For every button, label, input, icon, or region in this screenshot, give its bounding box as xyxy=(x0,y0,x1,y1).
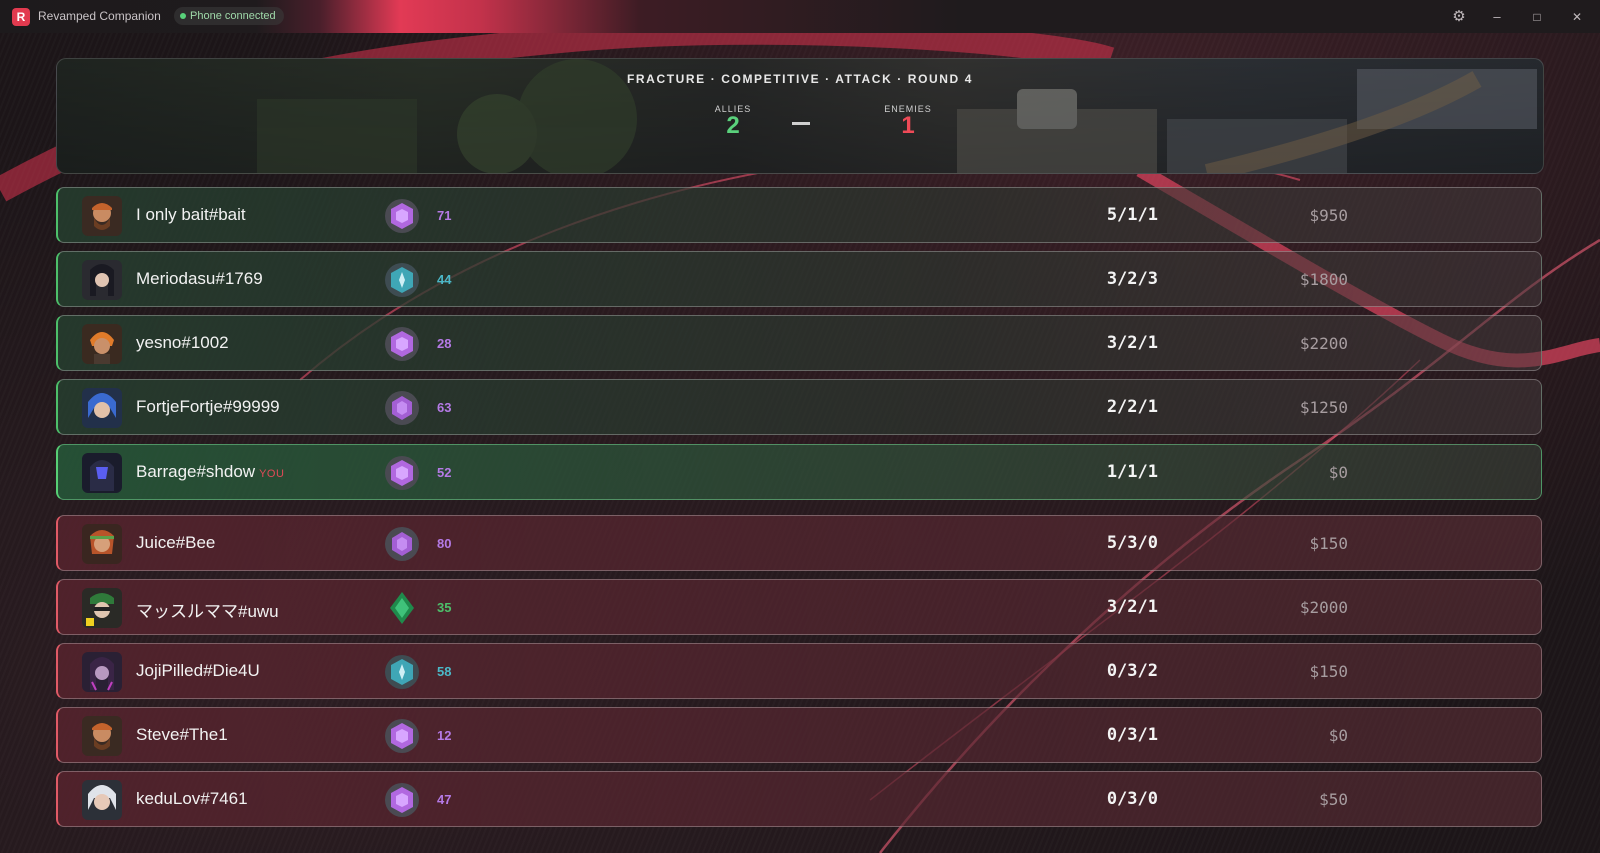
credits: $1250 xyxy=(1299,398,1348,417)
rank-badge-icon xyxy=(384,455,420,491)
you-tag: YOU xyxy=(259,468,285,480)
app-title: Revamped Companion xyxy=(38,9,161,23)
player-row[interactable]: keduLov#7461 47 0/3/0 $50 xyxy=(56,771,1542,827)
account-level: 12 xyxy=(437,728,452,743)
kda-stat: 0/3/2 xyxy=(1106,661,1158,681)
rank-badge-icon xyxy=(384,390,420,426)
kda-stat: 3/2/1 xyxy=(1106,597,1158,617)
rank-badge-icon xyxy=(384,782,420,818)
status-dot-icon xyxy=(180,13,186,19)
app-logo: R xyxy=(12,8,30,26)
agent-avatar xyxy=(82,196,122,236)
account-level: 80 xyxy=(437,536,452,551)
player-row-self[interactable]: Barrage#shdow YOU 52 1/1/1 $0 xyxy=(56,444,1542,500)
account-level: 71 xyxy=(437,208,452,223)
rank-badge-icon xyxy=(384,326,420,362)
rank-badge-icon xyxy=(384,262,420,298)
close-button[interactable]: ✕ xyxy=(1568,8,1586,26)
player-name: JojiPilled#Die4U xyxy=(136,661,260,680)
agent-avatar xyxy=(82,588,122,628)
phone-status-badge: Phone connected xyxy=(174,7,284,25)
kda-stat: 3/2/3 xyxy=(1106,269,1158,289)
rank-badge-icon xyxy=(384,198,420,234)
kda-stat: 3/2/1 xyxy=(1106,333,1158,353)
account-level: 28 xyxy=(437,336,452,351)
player-row[interactable]: FortjeFortje#99999 63 2/2/1 $1250 xyxy=(56,379,1542,435)
kda-stat: 1/1/1 xyxy=(1106,462,1158,482)
rank-badge-icon xyxy=(384,654,420,690)
player-row[interactable]: yesno#1002 28 3/2/1 $2200 xyxy=(56,315,1542,371)
player-name: Juice#Bee xyxy=(136,533,216,552)
credits: $150 xyxy=(1309,534,1348,553)
title-bar: R Revamped Companion Phone connected ⚙ –… xyxy=(0,0,1600,33)
player-name: keduLov#7461 xyxy=(136,789,248,808)
agent-avatar xyxy=(82,260,122,300)
account-level: 63 xyxy=(437,400,452,415)
credits: $1800 xyxy=(1299,270,1348,289)
agent-avatar xyxy=(82,780,122,820)
player-row[interactable]: Juice#Bee 80 5/3/0 $150 xyxy=(56,515,1542,571)
player-name: マッスルママ#uwu xyxy=(136,602,279,621)
account-level: 35 xyxy=(437,600,452,615)
credits: $150 xyxy=(1309,662,1348,681)
score-separator xyxy=(792,122,810,125)
match-header-card: FRACTURE · COMPETITIVE · ATTACK · ROUND … xyxy=(56,58,1544,174)
allies-score: 2 xyxy=(726,112,740,139)
credits: $50 xyxy=(1319,790,1348,809)
credits: $0 xyxy=(1328,463,1348,482)
player-row[interactable]: I only bait#bait 71 5/1/1 $950 xyxy=(56,187,1542,243)
agent-avatar xyxy=(82,453,122,493)
player-name: Barrage#shdow YOU xyxy=(136,462,285,481)
kda-stat: 5/3/0 xyxy=(1106,533,1158,553)
rank-badge-icon xyxy=(384,590,420,626)
maximize-button[interactable]: □ xyxy=(1528,8,1546,26)
enemies-score: 1 xyxy=(901,112,915,139)
credits: $950 xyxy=(1309,206,1348,225)
account-level: 58 xyxy=(437,664,452,679)
kda-stat: 0/3/0 xyxy=(1106,789,1158,809)
player-name: Steve#The1 xyxy=(136,725,228,744)
minimize-button[interactable]: – xyxy=(1488,8,1506,26)
player-row[interactable]: JojiPilled#Die4U 58 0/3/2 $150 xyxy=(56,643,1542,699)
player-name: yesno#1002 xyxy=(136,333,229,352)
rank-badge-icon xyxy=(384,526,420,562)
match-title: FRACTURE · COMPETITIVE · ATTACK · ROUND … xyxy=(626,72,974,86)
kda-stat: 2/2/1 xyxy=(1106,397,1158,417)
rank-badge-icon xyxy=(384,718,420,754)
kda-stat: 0/3/1 xyxy=(1106,725,1158,745)
credits: $2200 xyxy=(1299,334,1348,353)
account-level: 47 xyxy=(437,792,452,807)
phone-status-text: Phone connected xyxy=(190,10,276,22)
agent-avatar xyxy=(82,524,122,564)
kda-stat: 5/1/1 xyxy=(1106,205,1158,225)
credits: $2000 xyxy=(1299,598,1348,617)
credits: $0 xyxy=(1328,726,1348,745)
agent-avatar xyxy=(82,388,122,428)
account-level: 44 xyxy=(437,272,452,287)
account-level: 52 xyxy=(437,465,452,480)
player-name: Meriodasu#1769 xyxy=(136,269,263,288)
agent-avatar xyxy=(82,324,122,364)
settings-gear-icon[interactable]: ⚙ xyxy=(1450,8,1468,26)
agent-avatar xyxy=(82,716,122,756)
player-row[interactable]: Meriodasu#1769 44 3/2/3 $1800 xyxy=(56,251,1542,307)
agent-avatar xyxy=(82,652,122,692)
player-row[interactable]: マッスルママ#uwu 35 3/2/1 $2000 xyxy=(56,579,1542,635)
player-name: I only bait#bait xyxy=(136,205,246,224)
player-row[interactable]: Steve#The1 12 0/3/1 $0 xyxy=(56,707,1542,763)
player-name: FortjeFortje#99999 xyxy=(136,397,280,416)
